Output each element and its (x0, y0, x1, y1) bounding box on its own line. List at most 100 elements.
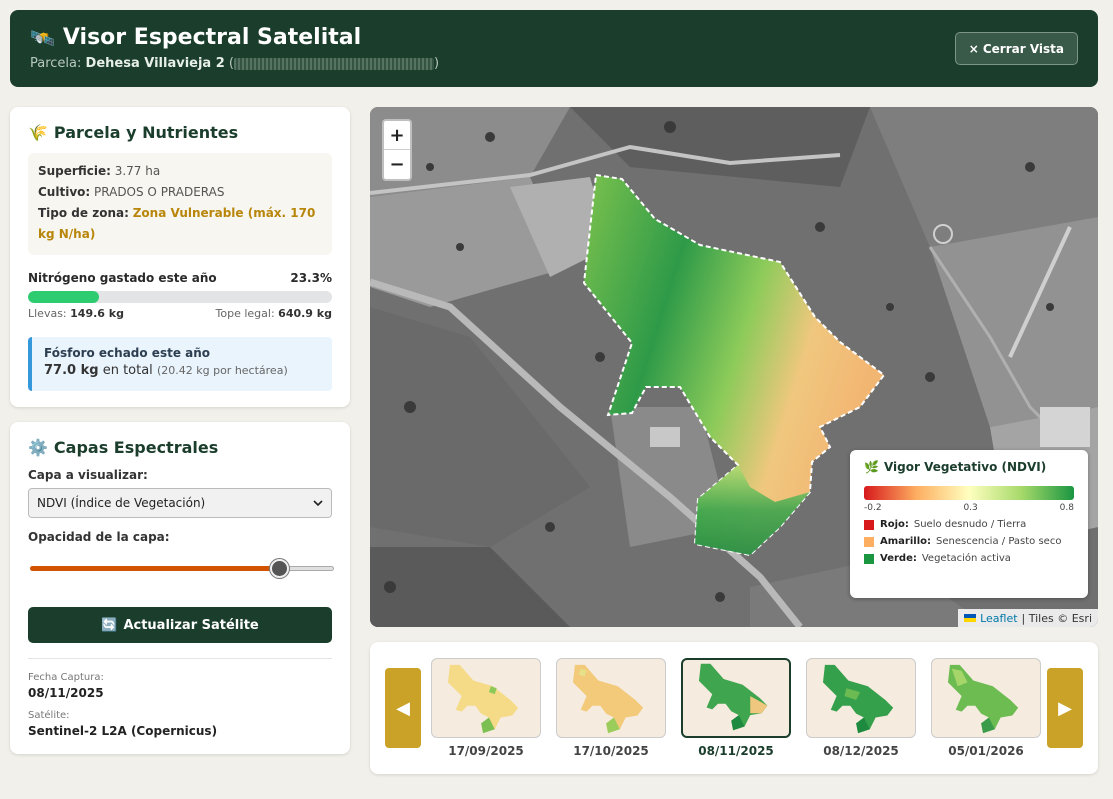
satellite-icon: 🛰️ (30, 25, 55, 50)
parcel-card-title-text: Parcela y Nutrientes (53, 123, 239, 142)
zone-label: Tipo de zona: (38, 206, 129, 220)
next-date-button[interactable]: ▶ (1047, 668, 1083, 748)
timeline-date-active[interactable]: 08/11/2025 (681, 744, 791, 758)
redacted-id: () (228, 56, 440, 71)
timeline-thumbnail[interactable] (931, 658, 1041, 738)
gear-icon: ⚙️ (28, 438, 48, 457)
wheat-icon: 🌾 (28, 123, 48, 142)
legend-item-red: Rojo: Suelo desnudo / Tierra (864, 519, 1074, 530)
capture-date-value: 08/11/2025 (28, 686, 104, 700)
used-label: Llevas: (28, 307, 67, 320)
parcel-card-title: 🌾 Parcela y Nutrientes (28, 123, 238, 142)
phosphorus-box: Fósforo echado este año 77.0 kg en total… (28, 337, 332, 391)
zoom-in-button[interactable]: + (384, 121, 410, 150)
tick-min: -0.2 (864, 503, 882, 513)
legend-item-desc: Suelo desnudo / Tierra (913, 519, 1027, 530)
satellite-map[interactable]: + − 🌿 Vigor Vegetativo (NDVI) -0.2 0.3 0… (370, 107, 1098, 627)
layer-select[interactable]: NDVI (Índice de Vegetación) (28, 488, 332, 518)
timeline-date[interactable]: 08/12/2025 (806, 744, 916, 758)
layers-card-title: ⚙️ Capas Espectrales (28, 438, 218, 457)
nitrogen-percent: 23.3% (290, 271, 332, 285)
zoom-out-button[interactable]: − (384, 150, 410, 179)
nitrogen-limit: Tope legal: 640.9 kg (216, 307, 332, 320)
phosphorus-per-ha: (20.42 kg por hectárea) (156, 364, 288, 377)
nitrogen-details: Llevas: 149.6 kg Tope legal: 640.9 kg (28, 307, 332, 320)
capture-date-label: Fecha Captura: (28, 672, 104, 683)
phosphorus-value-row: 77.0 kg en total (20.42 kg por hectárea) (44, 363, 320, 378)
nitrogen-used: Llevas: 149.6 kg (28, 307, 124, 320)
legend-swatch-green (864, 553, 874, 564)
parcel-subtitle: Parcela: Dehesa Villavieja 2 () (30, 56, 439, 71)
refresh-satellite-label: Actualizar Satélite (123, 617, 259, 633)
map-attribution: Leaflet | Tiles © Esri (958, 609, 1098, 627)
timeline-thumbnail[interactable] (556, 658, 666, 738)
parcel-name: Dehesa Villavieja 2 (85, 56, 225, 71)
nitrogen-progress-fill (28, 291, 99, 303)
parcel-info-box: Superficie: 3.77 ha Cultivo: PRADOS O PR… (28, 153, 332, 255)
legend-item-label: Rojo: (880, 519, 909, 530)
phosphorus-total: en total (102, 363, 153, 378)
parcel-thumbnail-image (947, 664, 1019, 734)
surface-value: 3.77 ha (114, 164, 161, 178)
chevron-down-icon (313, 499, 323, 506)
limit-label: Tope legal: (215, 307, 275, 320)
nitrogen-header: Nitrógeno gastado este año 23.3% (28, 271, 332, 285)
crop-value: PRADOS O PRADERAS (94, 185, 225, 199)
parcel-thumbnail-image (572, 664, 644, 734)
timeline-thumbnail[interactable] (806, 658, 916, 738)
ukraine-flag-icon (964, 614, 977, 622)
limit-value: 640.9 kg (278, 307, 332, 320)
parcel-label: Parcela: (30, 56, 82, 71)
parcel-nutrients-card: 🌾 Parcela y Nutrientes Superficie: 3.77 … (10, 107, 350, 407)
tick-max: 0.8 (1059, 503, 1074, 513)
close-view-label: Cerrar Vista (982, 41, 1064, 56)
used-value: 149.6 kg (70, 307, 124, 320)
crop-label: Cultivo: (38, 185, 91, 199)
legend-item-label: Amarillo: (880, 536, 931, 547)
opacity-slider-handle[interactable] (270, 559, 290, 578)
legend-item-desc: Senescencia / Pasto seco (936, 536, 1062, 547)
legend-title: 🌿 Vigor Vegetativo (NDVI) (864, 460, 1074, 474)
legend-item-label: Verde: (880, 553, 917, 564)
legend-swatch-yellow (864, 536, 874, 547)
date-timeline: ◀ 17/09/2025 17/10/2025 08/11/2025 08/12… (370, 642, 1098, 774)
timeline-date[interactable]: 17/09/2025 (431, 744, 541, 758)
opacity-slider[interactable] (30, 558, 334, 578)
satellite-label: Satélite: (28, 710, 70, 721)
prev-date-button[interactable]: ◀ (385, 668, 421, 748)
leaflet-link[interactable]: Leaflet (980, 612, 1017, 625)
app-header: 🛰️ Visor Espectral Satelital Parcela: De… (10, 10, 1098, 87)
zone-row: Tipo de zona: Zona Vulnerable (máx. 170 … (38, 203, 322, 245)
divider (28, 658, 332, 659)
opacity-label: Opacidad de la capa: (28, 530, 170, 544)
parcel-thumbnail-image (822, 664, 894, 734)
page-title: 🛰️ Visor Espectral Satelital (30, 25, 361, 50)
leaf-icon: 🌿 (864, 460, 879, 474)
parcel-thumbnail-image (447, 664, 519, 734)
timeline-date[interactable]: 05/01/2026 (931, 744, 1041, 758)
layer-select-value: NDVI (Índice de Vegetación) (37, 496, 206, 510)
close-view-button[interactable]: × Cerrar Vista (954, 32, 1078, 65)
zoom-control: + − (382, 119, 412, 181)
legend-item-desc: Vegetación activa (921, 553, 1011, 564)
refresh-satellite-button[interactable]: 🔄 Actualizar Satélite (28, 607, 332, 643)
timeline-thumbnail-active[interactable] (681, 658, 791, 738)
nitrogen-label: Nitrógeno gastado este año (28, 271, 217, 285)
timeline-thumbnail[interactable] (431, 658, 541, 738)
nitrogen-progress-bar (28, 291, 332, 303)
phosphorus-title: Fósforo echado este año (44, 346, 211, 360)
ndvi-legend: 🌿 Vigor Vegetativo (NDVI) -0.2 0.3 0.8 R… (850, 450, 1088, 598)
layer-select-label: Capa a visualizar: (28, 468, 148, 482)
timeline-date[interactable]: 17/10/2025 (556, 744, 666, 758)
legend-item-green: Verde: Vegetación activa (864, 553, 1074, 564)
ndvi-color-scale (864, 486, 1074, 500)
satellite-value: Sentinel-2 L2A (Copernicus) (28, 724, 218, 738)
ndvi-scale-ticks: -0.2 0.3 0.8 (864, 503, 1074, 513)
layers-card-title-text: Capas Espectrales (53, 438, 219, 457)
tick-mid: 0.3 (963, 503, 978, 513)
spectral-layers-card: ⚙️ Capas Espectrales Capa a visualizar: … (10, 422, 350, 754)
page-title-text: Visor Espectral Satelital (62, 25, 362, 50)
chevron-left-icon: ◀ (396, 697, 410, 719)
tiles-attribution: | Tiles © Esri (1021, 611, 1092, 625)
phosphorus-value: 77.0 kg (44, 363, 99, 378)
